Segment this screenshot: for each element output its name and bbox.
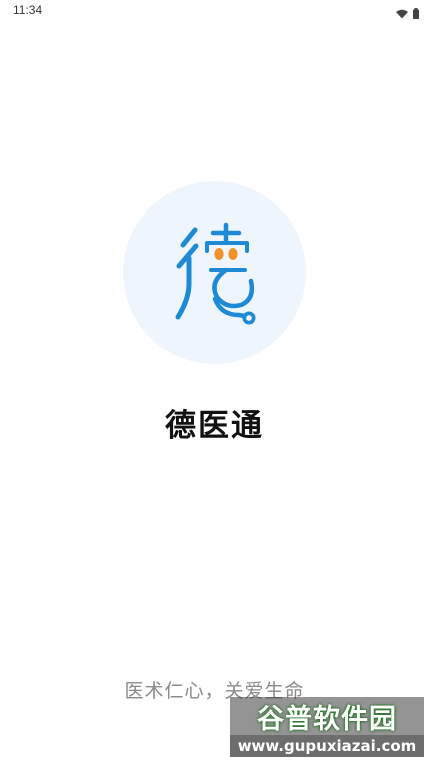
watermark-title: 谷普软件园 [230,697,424,735]
app-name: 德医通 [165,408,264,444]
app-logo [123,181,306,364]
de-character-stethoscope-logo [175,222,256,325]
status-bar: 11:34 [0,0,429,22]
watermark-url: www.gupuxiazai.com [230,735,424,757]
status-time: 11:34 [13,3,43,17]
wifi-icon [396,4,408,23]
battery-icon [413,4,419,23]
status-icons [396,4,419,23]
watermark: 谷普软件园 www.gupuxiazai.com [230,697,424,759]
